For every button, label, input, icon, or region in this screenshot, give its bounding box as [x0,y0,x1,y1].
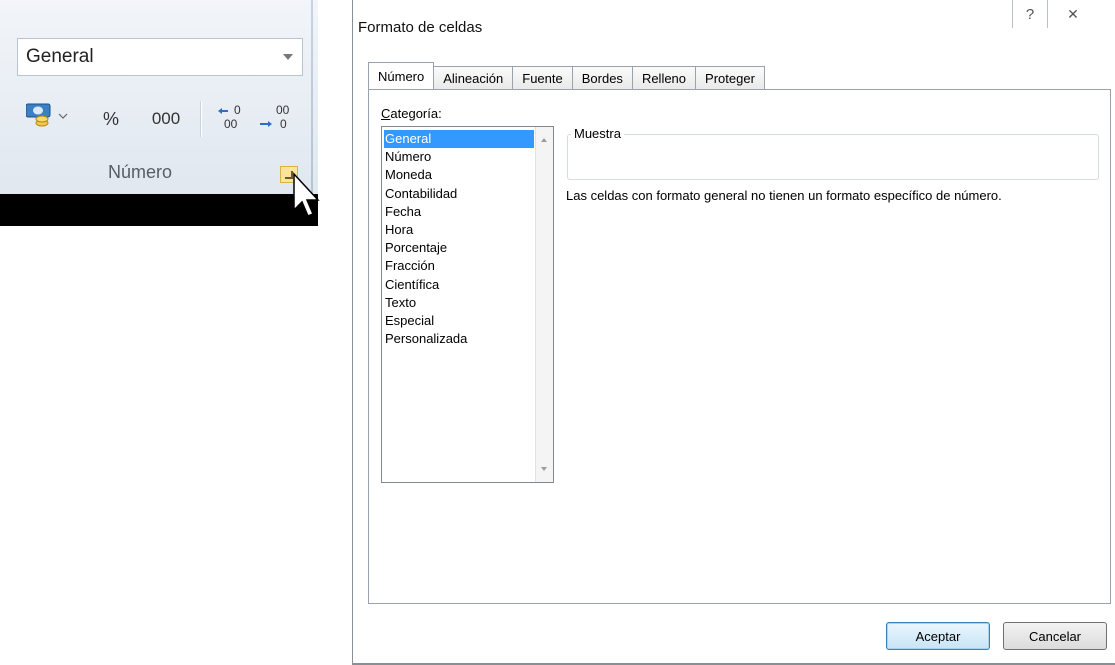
category-accesskey: C [381,106,391,121]
list-item[interactable]: Especial [384,312,534,330]
list-item[interactable]: Científica [384,276,534,294]
svg-text:0: 0 [234,103,241,117]
mouse-cursor-icon [293,172,320,217]
number-format-value: General [26,46,94,67]
tab-label: Relleno [641,70,687,86]
sample-label: Muestra [571,126,624,141]
scroll-up-icon[interactable] [541,138,547,142]
svg-text:00: 00 [224,117,238,131]
comma-style-button[interactable]: 000 [146,104,186,134]
help-icon: ? [1025,5,1035,23]
tab-label: Alineación [443,70,504,86]
close-button[interactable]: ✕ [1048,0,1098,28]
percent-style-button[interactable]: % [94,104,128,134]
list-item[interactable]: Fecha [384,203,534,221]
cancel-button[interactable]: Cancelar [1003,622,1107,650]
list-item[interactable]: General [384,130,534,149]
svg-text:00: 00 [276,103,290,117]
decrease-decimal-button[interactable]: 00 0 [258,100,302,134]
category-scrollbar[interactable] [535,127,553,482]
tab-relleno[interactable]: Relleno [631,66,697,89]
decrease-decimal-icon: 00 0 [260,103,290,131]
tab-proteger[interactable]: Proteger [695,66,765,89]
ribbon-bottom-band [0,194,318,226]
list-item[interactable]: Moneda [384,166,534,184]
chevron-down-icon[interactable] [283,54,293,60]
ribbon-separator [200,101,202,137]
tab-label: Bordes [581,70,623,86]
ribbon-group-label: Número [107,162,173,182]
category-label: Categoría: [381,106,442,121]
list-item[interactable]: Personalizada [384,330,534,348]
tab-label: Proteger [705,70,755,86]
list-item[interactable]: Texto [384,294,534,312]
list-item[interactable]: Contabilidad [384,185,534,203]
category-list: General Número Moneda Contabilidad Fecha… [384,130,534,348]
format-cells-dialog: Formato de celdas ? ✕ Número Alineación … [352,0,1115,665]
accounting-format-button[interactable] [26,102,70,132]
tab-label: Fuente [522,70,563,86]
increase-decimal-icon: 0 00 [218,103,241,131]
ok-button[interactable]: Aceptar [886,622,990,650]
tab-strip: Número Alineación Fuente Bordes Relleno … [368,62,765,89]
list-item[interactable]: Fracción [384,257,534,275]
cancel-button-label: Cancelar [1028,628,1082,644]
list-item[interactable]: Porcentaje [384,239,534,257]
percent-label: % [102,108,119,129]
category-listbox[interactable]: General Número Moneda Contabilidad Fecha… [381,126,554,483]
tab-panel-numero: Categoría: General Número Moneda Contabi… [368,89,1111,604]
thousands-label: 000 [151,109,181,128]
ribbon-number-group: General % 000 0 00 00 0 Número [0,0,320,226]
list-item[interactable]: Número [384,148,534,166]
help-button[interactable]: ? [1012,0,1048,28]
list-item[interactable]: Hora [384,221,534,239]
category-label-text: ategoría: [390,106,442,121]
svg-text:0: 0 [280,117,287,131]
ok-button-label: Aceptar [915,628,961,644]
close-icon: ✕ [1067,5,1079,22]
sample-box [567,134,1099,180]
dialog-title: Formato de celdas [358,19,483,36]
tab-numero[interactable]: Número [368,62,435,89]
scroll-down-icon[interactable] [541,467,547,471]
increase-decimal-button[interactable]: 0 00 [214,100,254,134]
format-description: Las celdas con formato general no tienen… [566,188,1002,203]
currency-icon [26,103,68,127]
dialog-left-border [352,0,353,665]
tab-bordes[interactable]: Bordes [571,66,633,89]
number-format-combobox[interactable]: General [17,38,303,76]
ribbon-group-divider [311,0,313,194]
tab-label: Número [378,68,425,84]
tab-alineacion[interactable]: Alineación [433,66,514,89]
tab-fuente[interactable]: Fuente [512,66,573,89]
